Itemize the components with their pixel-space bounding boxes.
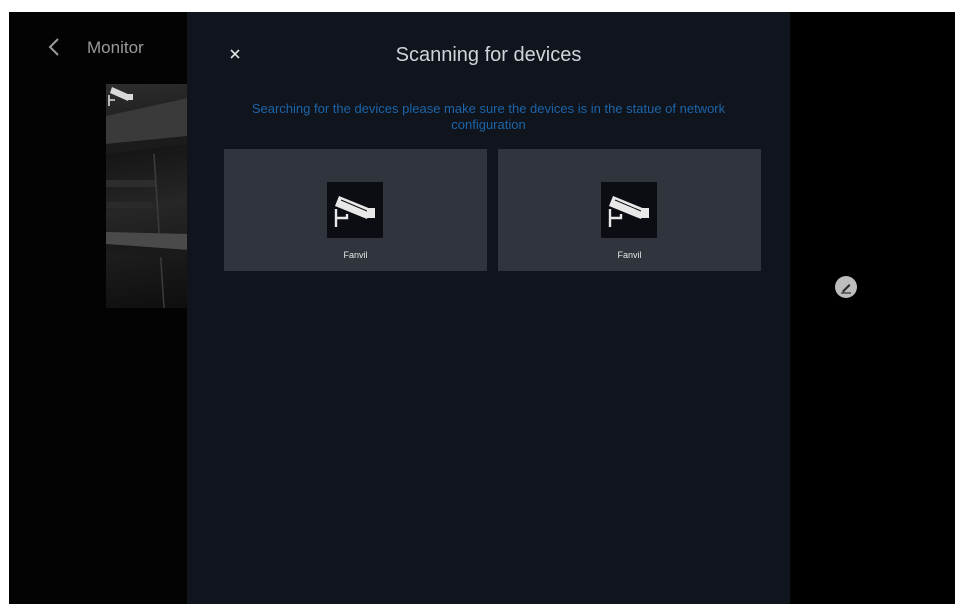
page-title: Monitor	[87, 38, 144, 57]
security-camera-icon	[601, 182, 657, 238]
dialog-message: Searching for the devices please make su…	[251, 101, 726, 132]
edit-pencil-icon[interactable]	[835, 276, 857, 298]
camera-thumbnail[interactable]	[106, 84, 188, 308]
device-label: Fanvil	[617, 250, 642, 260]
chevron-left-icon[interactable]	[44, 36, 66, 58]
security-camera-icon	[108, 87, 133, 106]
security-camera-icon	[327, 182, 383, 238]
right-panel	[790, 12, 955, 604]
scanning-dialog: Scanning for devices Searching for the d…	[187, 12, 790, 604]
device-card[interactable]: Fanvil	[224, 149, 487, 271]
screen: Monitor Scanning for devices Searching f…	[9, 12, 955, 604]
device-label: Fanvil	[343, 250, 368, 260]
dialog-title: Scanning for devices	[395, 44, 582, 66]
device-card[interactable]: Fanvil	[498, 149, 761, 271]
